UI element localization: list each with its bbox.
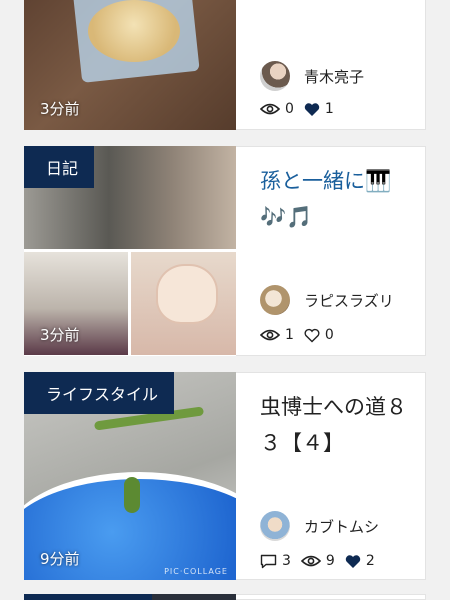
heart-filled-icon[interactable] — [304, 102, 320, 117]
article-stats: 1 0 — [260, 327, 344, 343]
category-badge[interactable]: 日記 — [24, 146, 95, 188]
heart-filled-icon[interactable] — [345, 554, 361, 569]
author[interactable]: ラピスラズリ — [260, 285, 394, 315]
author[interactable]: カブトムシ — [260, 511, 379, 541]
article-info[interactable]: 青木亮子 0 1 — [236, 0, 426, 130]
article-info[interactable]: 虫博士への道８３【４】 カブトムシ 3 9 2 — [236, 372, 426, 580]
comment-count: 3 — [282, 553, 291, 569]
thumbnail-doll — [156, 264, 218, 324]
comment-icon[interactable] — [260, 554, 277, 569]
like-count: 0 — [324, 327, 334, 343]
article-info[interactable] — [236, 594, 426, 600]
author[interactable]: 青木亮子 — [260, 61, 364, 91]
author-name[interactable]: ラピスラズリ — [304, 290, 394, 311]
article-card[interactable]: ライフスタイル 9分前 PIC·COLLAGE 虫博士への道８３【４】 カブトム… — [24, 372, 426, 580]
like-count: 2 — [365, 553, 375, 569]
watermark: PIC·COLLAGE — [164, 567, 228, 576]
author-name[interactable]: 青木亮子 — [304, 66, 364, 87]
view-count: 1 — [285, 327, 294, 343]
article-thumbnail[interactable]: 日記 3分前 — [24, 146, 236, 356]
like-count: 1 — [324, 101, 334, 117]
article-card[interactable]: 日記 3分前 孫と一緒に🎹🎶🎵 ラピスラズリ 1 0 — [24, 146, 426, 356]
category-badge[interactable]: ライフスタイル — [24, 372, 175, 414]
article-stats: 3 9 2 — [260, 553, 385, 569]
avatar[interactable] — [260, 511, 290, 541]
article-card[interactable] — [24, 594, 426, 600]
article-thumbnail[interactable]: 3分前 — [24, 0, 236, 130]
article-title[interactable]: 虫博士への道８３【４】 — [260, 389, 411, 461]
article-thumbnail[interactable]: ライフスタイル 9分前 PIC·COLLAGE — [24, 372, 236, 580]
eye-icon — [260, 328, 280, 342]
avatar[interactable] — [260, 61, 290, 91]
avatar[interactable] — [260, 285, 290, 315]
thumbnail-cookie — [88, 0, 180, 62]
post-time: 3分前 — [40, 326, 80, 344]
article-thumbnail[interactable] — [152, 594, 236, 600]
eye-icon — [300, 554, 321, 568]
eye-icon — [260, 102, 280, 116]
view-count: 9 — [325, 553, 335, 569]
category-badge[interactable] — [24, 594, 152, 600]
post-time: 3分前 — [40, 100, 80, 118]
article-card[interactable]: 3分前 青木亮子 0 1 — [24, 0, 426, 130]
heart-outline-icon[interactable] — [304, 328, 320, 343]
article-stats: 0 1 — [260, 101, 344, 117]
thumbnail-small-grasshopper — [124, 477, 140, 513]
author-name[interactable]: カブトムシ — [304, 516, 379, 537]
article-title[interactable]: 孫と一緒に🎹🎶🎵 — [260, 163, 411, 235]
article-info[interactable]: 孫と一緒に🎹🎶🎵 ラピスラズリ 1 0 — [236, 146, 426, 356]
view-count: 0 — [285, 101, 294, 117]
post-time: 9分前 — [40, 550, 80, 568]
